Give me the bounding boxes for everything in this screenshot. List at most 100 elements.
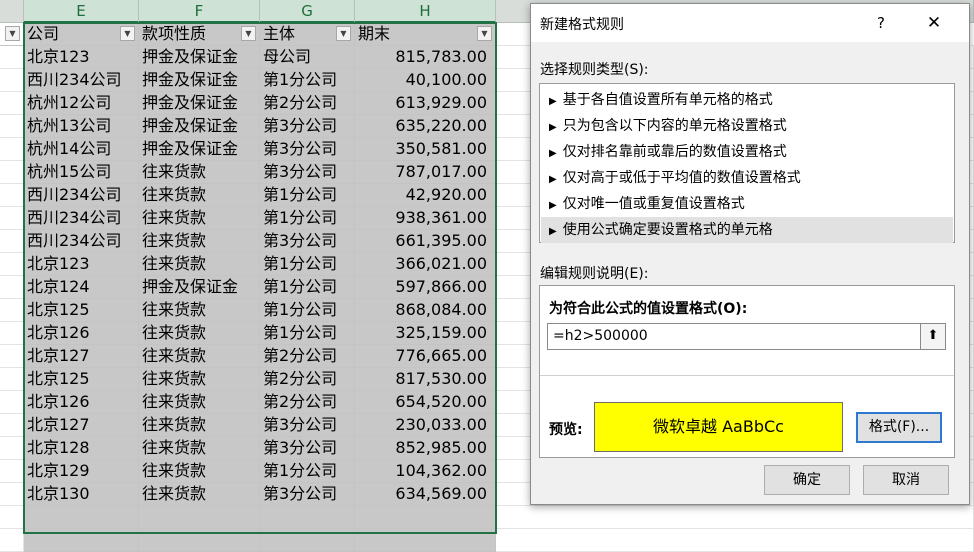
nature-cell[interactable]: 往来货款 bbox=[139, 414, 260, 437]
ending-balance-cell[interactable]: 787,017.00 bbox=[355, 161, 496, 184]
company-cell[interactable]: 西川234公司 bbox=[24, 184, 139, 207]
ending-balance-cell[interactable]: 634,569.00 bbox=[355, 483, 496, 506]
sheet-cell[interactable] bbox=[0, 138, 24, 161]
entity-cell[interactable]: 第1分公司 bbox=[260, 460, 355, 483]
nature-cell[interactable]: 往来货款 bbox=[139, 322, 260, 345]
ending-balance-cell[interactable]: 661,395.00 bbox=[355, 230, 496, 253]
rule-type-list[interactable]: ▶ 基于各自值设置所有单元格的格式 ▶ 只为包含以下内容的单元格设置格式 ▶ 仅对排名… bbox=[539, 83, 955, 243]
nature-cell[interactable]: 押金及保证金 bbox=[139, 92, 260, 115]
sheet-cell[interactable] bbox=[0, 437, 24, 460]
ending-balance-cell[interactable]: 817,530.00 bbox=[355, 368, 496, 391]
nature-cell[interactable]: 往来货款 bbox=[139, 483, 260, 506]
column-header-g[interactable]: G bbox=[260, 0, 355, 23]
ending-balance-cell[interactable] bbox=[355, 529, 496, 552]
company-cell[interactable]: 杭州12公司 bbox=[24, 92, 139, 115]
sheet-cell[interactable] bbox=[496, 529, 974, 552]
nature-cell[interactable]: 往来货款 bbox=[139, 207, 260, 230]
sheet-cell[interactable] bbox=[0, 345, 24, 368]
entity-cell[interactable]: 第1分公司 bbox=[260, 322, 355, 345]
sheet-cell[interactable] bbox=[496, 506, 974, 529]
column-header-h[interactable]: H bbox=[355, 0, 496, 23]
company-cell[interactable]: 北京125 bbox=[24, 368, 139, 391]
ending-balance-cell[interactable]: 104,362.00 bbox=[355, 460, 496, 483]
nature-cell[interactable]: 押金及保证金 bbox=[139, 115, 260, 138]
sheet-cell[interactable] bbox=[0, 299, 24, 322]
company-cell[interactable] bbox=[24, 529, 139, 552]
header-cell-company[interactable]: 公司 ▼ bbox=[24, 23, 139, 46]
ending-balance-cell[interactable]: 40,100.00 bbox=[355, 69, 496, 92]
company-cell[interactable]: 北京123 bbox=[24, 46, 139, 69]
entity-cell[interactable]: 第3分公司 bbox=[260, 161, 355, 184]
ending-balance-cell[interactable]: 325,159.00 bbox=[355, 322, 496, 345]
sheet-cell[interactable] bbox=[0, 69, 24, 92]
help-button[interactable]: ? bbox=[869, 11, 893, 35]
ending-balance-cell[interactable]: 852,985.00 bbox=[355, 437, 496, 460]
nature-cell[interactable]: 往来货款 bbox=[139, 345, 260, 368]
cancel-button[interactable]: 取消 bbox=[863, 465, 949, 495]
ending-balance-cell[interactable]: 366,021.00 bbox=[355, 253, 496, 276]
company-cell[interactable]: 西川234公司 bbox=[24, 69, 139, 92]
entity-cell[interactable]: 第3分公司 bbox=[260, 230, 355, 253]
column-header-left-stub[interactable] bbox=[0, 0, 24, 23]
entity-cell[interactable]: 第1分公司 bbox=[260, 184, 355, 207]
company-cell[interactable]: 西川234公司 bbox=[24, 230, 139, 253]
entity-cell[interactable]: 第3分公司 bbox=[260, 115, 355, 138]
nature-cell[interactable]: 往来货款 bbox=[139, 437, 260, 460]
nature-cell[interactable]: 往来货款 bbox=[139, 161, 260, 184]
company-cell[interactable]: 北京123 bbox=[24, 253, 139, 276]
sheet-cell[interactable] bbox=[0, 230, 24, 253]
company-cell[interactable]: 北京126 bbox=[24, 391, 139, 414]
sheet-cell[interactable] bbox=[0, 184, 24, 207]
nature-cell[interactable]: 往来货款 bbox=[139, 184, 260, 207]
header-cell-ending[interactable]: 期末 ▼ bbox=[355, 23, 496, 46]
nature-cell[interactable]: 往来货款 bbox=[139, 230, 260, 253]
sheet-cell[interactable] bbox=[0, 391, 24, 414]
entity-cell[interactable]: 第1分公司 bbox=[260, 207, 355, 230]
sheet-cell[interactable] bbox=[0, 115, 24, 138]
sheet-cell[interactable] bbox=[0, 253, 24, 276]
ending-balance-cell[interactable]: 613,929.00 bbox=[355, 92, 496, 115]
company-cell[interactable]: 北京124 bbox=[24, 276, 139, 299]
ending-balance-cell[interactable]: 635,220.00 bbox=[355, 115, 496, 138]
nature-cell[interactable]: 押金及保证金 bbox=[139, 46, 260, 69]
ending-balance-cell[interactable]: 230,033.00 bbox=[355, 414, 496, 437]
nature-cell[interactable]: 押金及保证金 bbox=[139, 69, 260, 92]
entity-cell[interactable]: 第1分公司 bbox=[260, 253, 355, 276]
entity-cell[interactable]: 第1分公司 bbox=[260, 299, 355, 322]
nature-cell[interactable]: 往来货款 bbox=[139, 253, 260, 276]
entity-cell[interactable]: 第2分公司 bbox=[260, 368, 355, 391]
entity-cell[interactable]: 第3分公司 bbox=[260, 138, 355, 161]
sheet-cell[interactable] bbox=[0, 414, 24, 437]
close-icon[interactable]: ✕ bbox=[922, 11, 946, 35]
sheet-cell[interactable] bbox=[0, 483, 24, 506]
entity-cell[interactable] bbox=[260, 506, 355, 529]
entity-cell[interactable]: 第2分公司 bbox=[260, 345, 355, 368]
sheet-cell[interactable] bbox=[0, 506, 24, 529]
sheet-cell[interactable] bbox=[0, 322, 24, 345]
column-header-e[interactable]: E bbox=[24, 0, 139, 23]
nature-cell[interactable] bbox=[139, 529, 260, 552]
entity-cell[interactable] bbox=[260, 529, 355, 552]
company-cell[interactable]: 北京127 bbox=[24, 345, 139, 368]
nature-cell[interactable]: 往来货款 bbox=[139, 460, 260, 483]
ending-balance-cell[interactable]: 350,581.00 bbox=[355, 138, 496, 161]
ending-balance-cell[interactable]: 597,866.00 bbox=[355, 276, 496, 299]
format-button[interactable]: 格式(F)... bbox=[856, 412, 942, 443]
company-cell[interactable]: 北京126 bbox=[24, 322, 139, 345]
company-cell[interactable]: 杭州13公司 bbox=[24, 115, 139, 138]
collapse-dialog-icon[interactable]: ⬆ bbox=[920, 324, 945, 349]
rule-type-item[interactable]: ▶ 仅对高于或低于平均值的数值设置格式 bbox=[541, 165, 953, 191]
rule-type-item[interactable]: ▶ 仅对排名靠前或靠后的数值设置格式 bbox=[541, 139, 953, 165]
rule-type-item[interactable]: ▶ 仅对唯一值或重复值设置格式 bbox=[541, 191, 953, 217]
sheet-cell[interactable] bbox=[0, 276, 24, 299]
sheet-cell[interactable] bbox=[0, 368, 24, 391]
company-cell[interactable]: 西川234公司 bbox=[24, 207, 139, 230]
formula-input[interactable]: =h2>500000 ⬆ bbox=[547, 323, 946, 350]
ending-balance-cell[interactable]: 654,520.00 bbox=[355, 391, 496, 414]
company-cell[interactable]: 北京127 bbox=[24, 414, 139, 437]
sheet-cell[interactable] bbox=[0, 460, 24, 483]
company-cell[interactable]: 北京125 bbox=[24, 299, 139, 322]
header-cell-entity[interactable]: 主体 ▼ bbox=[260, 23, 355, 46]
header-cell-nature[interactable]: 款项性质 ▼ bbox=[139, 23, 260, 46]
sheet-cell[interactable] bbox=[0, 207, 24, 230]
